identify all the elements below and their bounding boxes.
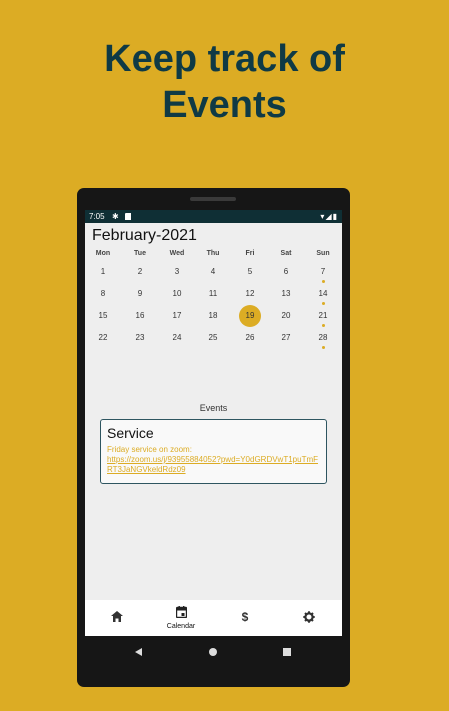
- month-title: February-2021: [92, 227, 197, 244]
- calendar-day[interactable]: 27: [275, 327, 297, 349]
- calendar-day[interactable]: 23: [129, 327, 151, 349]
- calendar-day[interactable]: 12: [239, 283, 261, 305]
- calendar-day[interactable]: 1: [92, 261, 114, 283]
- event-indicator-dot: [322, 346, 325, 349]
- sd-card-icon: [125, 213, 131, 220]
- system-navigation-bar: [77, 636, 350, 668]
- phone-frame: 7:05 ✱ ▾◢▮ February-2021 Mon Tue Wed Thu Fri…: [77, 188, 350, 687]
- weekday-label: Wed: [169, 250, 185, 257]
- weekday-label: Sun: [316, 250, 330, 257]
- status-time: 7:05: [89, 212, 105, 221]
- event-description: Friday service on zoom:: [107, 445, 192, 454]
- headline-line-1: Keep track of: [104, 38, 345, 80]
- dollar-icon: $: [241, 610, 249, 624]
- calendar-day[interactable]: 20: [275, 305, 297, 327]
- back-button[interactable]: [135, 648, 142, 656]
- bottom-navigation: Calendar $: [85, 600, 342, 636]
- home-button[interactable]: [209, 648, 217, 656]
- home-icon: [85, 611, 149, 624]
- status-bar: 7:05 ✱ ▾◢▮: [85, 210, 342, 223]
- calendar-day[interactable]: 11: [202, 283, 224, 305]
- calendar-day[interactable]: 17: [166, 305, 188, 327]
- calendar-day[interactable]: 10: [166, 283, 188, 305]
- calendar-day[interactable]: 24: [166, 327, 188, 349]
- nav-donate[interactable]: $: [213, 600, 277, 636]
- calendar-day[interactable]: 18: [202, 305, 224, 327]
- event-card[interactable]: Service Friday service on zoom: https://…: [100, 419, 327, 484]
- calendar-day[interactable]: 9: [129, 283, 151, 305]
- app-screen: 7:05 ✱ ▾◢▮ February-2021 Mon Tue Wed Thu Fri…: [85, 210, 342, 636]
- status-settings-icon: ✱: [112, 212, 119, 221]
- calendar-icon: [149, 606, 213, 620]
- headline: Keep track of Events: [0, 36, 449, 128]
- calendar-day[interactable]: 2: [129, 261, 151, 283]
- nav-calendar[interactable]: Calendar: [149, 600, 213, 636]
- weekday-label: Sat: [280, 250, 292, 257]
- gear-icon: [277, 611, 341, 625]
- weekday-label: Mon: [95, 250, 111, 257]
- event-zoom-link[interactable]: https://zoom.us/j/93955884052?pwd=Y0dGRD…: [107, 455, 320, 475]
- status-signal-battery-icon: ▾◢▮: [320, 212, 338, 221]
- calendar-day[interactable]: 8: [92, 283, 114, 305]
- calendar-day[interactable]: 15: [92, 305, 114, 327]
- headline-line-2: Events: [162, 84, 287, 126]
- nav-home[interactable]: [85, 600, 149, 636]
- calendar-day[interactable]: 16: [129, 305, 151, 327]
- weekday-label: Tue: [134, 250, 146, 257]
- calendar-day[interactable]: 3: [166, 261, 188, 283]
- nav-settings[interactable]: [277, 600, 341, 636]
- calendar-day[interactable]: 22: [92, 327, 114, 349]
- calendar-day[interactable]: 26: [239, 327, 261, 349]
- events-label: Events: [199, 403, 228, 413]
- calendar-day[interactable]: 25: [202, 327, 224, 349]
- event-title: Service: [107, 425, 154, 441]
- calendar-day[interactable]: 13: [275, 283, 297, 305]
- recents-button[interactable]: [283, 648, 291, 656]
- calendar-day[interactable]: 5: [239, 261, 261, 283]
- nav-calendar-label: Calendar: [166, 623, 196, 630]
- weekday-label: Thu: [206, 250, 220, 257]
- calendar-day[interactable]: 6: [275, 261, 297, 283]
- calendar-day[interactable]: 4: [202, 261, 224, 283]
- weekday-label: Fri: [245, 250, 255, 257]
- calendar-day-selected[interactable]: 19: [239, 305, 261, 327]
- phone-speaker: [190, 197, 236, 201]
